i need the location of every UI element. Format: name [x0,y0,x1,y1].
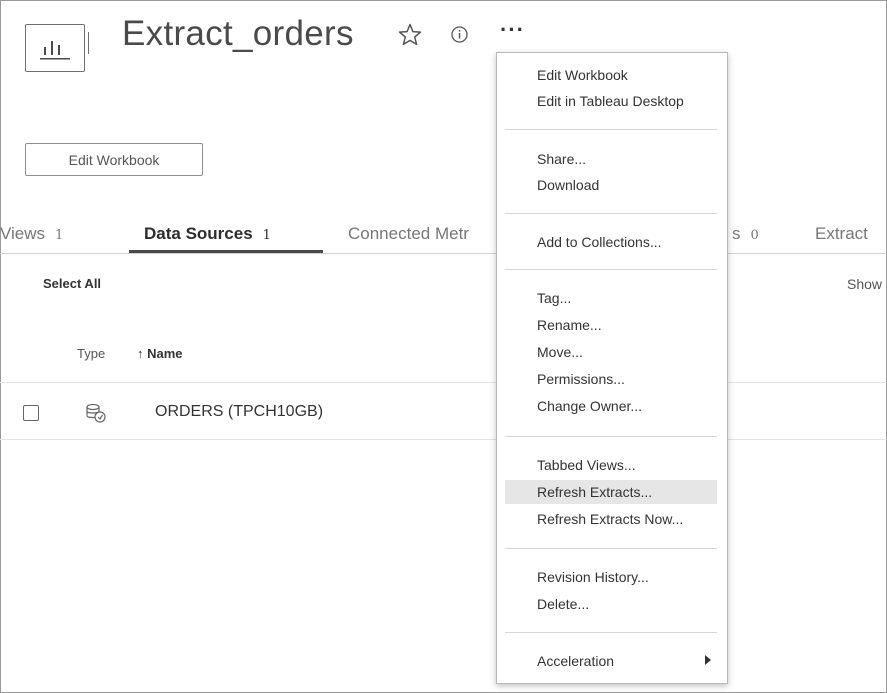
row-checkbox[interactable] [23,405,39,421]
menu-item-add-to-collections[interactable]: Add to Collections... [505,230,717,254]
more-actions-menu: Edit Workbook Edit in Tableau Desktop Sh… [496,52,728,684]
info-icon[interactable] [451,26,468,43]
caret-right-icon [705,655,711,665]
more-actions-icon[interactable]: ··· [500,19,525,41]
tab-views-count: 1 [55,228,64,243]
sort-ascending-icon: ↑ [137,346,144,361]
menu-item-move[interactable]: Move... [505,340,717,364]
tab-bar: Views 1 Data Sources 1 Connected Metr s0 E… [0,220,887,254]
menu-divider [505,213,717,214]
menu-item-edit-workbook[interactable]: Edit Workbook [505,63,717,87]
select-all-link[interactable]: Select All [43,276,101,291]
menu-divider [505,632,717,633]
tab-data-sources-count: 1 [262,228,271,243]
column-header-name[interactable]: ↑ Name [137,346,183,361]
tab-connected-metrics-label: Connected Metr [348,224,469,243]
menu-item-edit-in-tableau-desktop[interactable]: Edit in Tableau Desktop [505,89,717,113]
menu-item-delete[interactable]: Delete... [505,592,717,616]
menu-divider [505,269,717,270]
tab-data-sources[interactable]: Data Sources 1 [144,224,271,244]
menu-item-tag[interactable]: Tag... [505,286,717,310]
menu-item-share[interactable]: Share... [505,147,717,171]
table-row[interactable]: ORDERS (TPCH10GB) [0,382,887,440]
tab-partial-count: 0 [750,228,759,243]
menu-item-download[interactable]: Download [505,173,717,197]
menu-item-change-owner[interactable]: Change Owner... [505,394,717,418]
star-icon[interactable] [398,23,422,46]
menu-item-acceleration[interactable]: Acceleration [505,649,717,673]
show-control[interactable]: Show [847,276,882,292]
menu-item-revision-history[interactable]: Revision History... [505,565,717,589]
tab-data-sources-label: Data Sources [144,224,253,243]
bar-chart-icon [25,24,89,72]
menu-item-acceleration-label: Acceleration [537,653,615,669]
edit-workbook-button[interactable]: Edit Workbook [25,143,203,176]
active-tab-indicator [129,250,323,253]
page-frame [0,0,887,693]
tab-partial-label: s [732,224,741,243]
menu-divider [505,436,717,437]
menu-item-rename[interactable]: Rename... [505,313,717,337]
menu-divider [505,129,717,130]
tab-partial[interactable]: s0 [732,224,759,244]
extract-datasource-icon [86,403,106,423]
tab-views[interactable]: Views 1 [0,224,63,244]
datasource-name[interactable]: ORDERS (TPCH10GB) [155,403,323,421]
column-header-name-label: Name [147,346,183,361]
menu-item-permissions[interactable]: Permissions... [505,367,717,391]
tab-views-label: Views [0,224,46,243]
menu-divider [505,548,717,549]
tab-extract-label: Extract [815,224,868,243]
tab-extract[interactable]: Extract [815,224,868,244]
menu-item-refresh-extracts-now[interactable]: Refresh Extracts Now... [505,507,717,531]
menu-item-tabbed-views[interactable]: Tabbed Views... [505,453,717,477]
tab-connected-metrics[interactable]: Connected Metr [348,224,469,244]
workbook-title: Extract_orders [122,14,354,53]
column-header-type[interactable]: Type [77,346,105,361]
menu-item-refresh-extracts[interactable]: Refresh Extracts... [505,480,717,504]
